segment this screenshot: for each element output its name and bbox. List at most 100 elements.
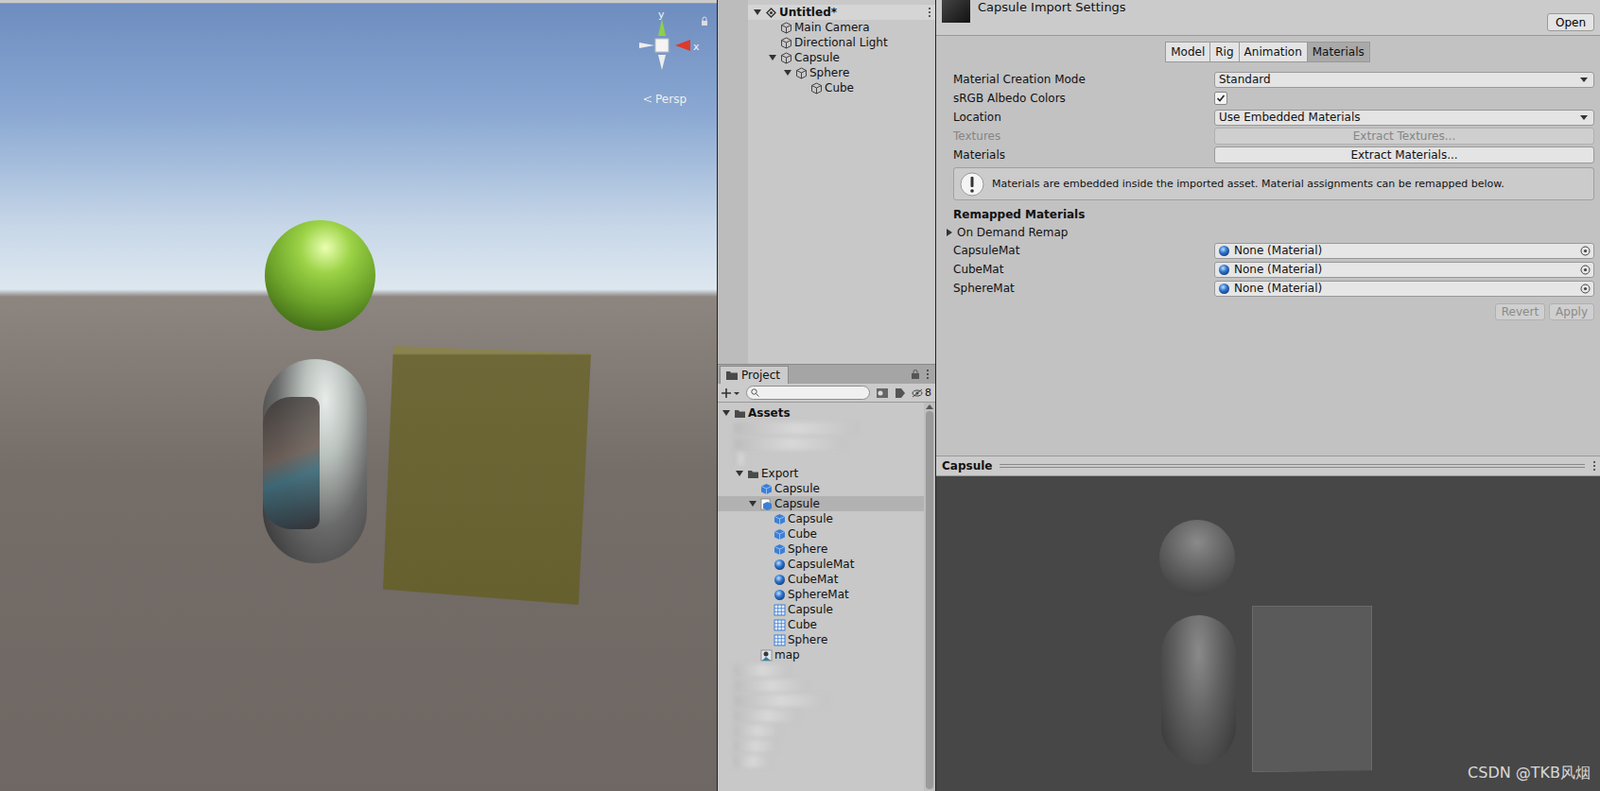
foldout-arrow-icon[interactable] [760,589,772,601]
preview-viewport[interactable]: CSDN @TKB风烟 [936,476,1600,791]
project-row[interactable]: map [717,647,924,663]
project-tab[interactable]: Project [719,365,789,384]
project-row-blurred[interactable] [717,451,924,467]
foldout-arrow-icon[interactable] [760,619,772,631]
foldout-arrow-icon[interactable] [733,468,746,480]
project-row[interactable]: Export [717,466,924,482]
foldout-arrow-icon[interactable] [760,528,772,540]
search-field[interactable] [746,385,870,400]
drag-handle[interactable] [999,464,1585,469]
foldout-arrow-icon[interactable] [782,67,794,79]
project-row[interactable]: CapsuleMat [717,556,924,573]
project-row[interactable]: Capsule [717,481,924,497]
hierarchy-row[interactable]: Main Camera [747,19,936,35]
checkbox[interactable] [1214,91,1228,105]
project-row[interactable]: Cube [717,617,924,633]
scroll-thumb[interactable] [925,411,934,790]
blurred-item [733,437,848,451]
foldout-arrow-icon[interactable] [751,6,764,18]
foldout-arrow-icon[interactable] [747,498,759,510]
hierarchy-row[interactable]: Sphere [747,65,936,81]
project-row[interactable]: Sphere [717,632,924,648]
project-row[interactable]: Capsule [717,511,924,527]
dropdown[interactable]: Use Embedded Materials [1214,109,1595,126]
foldout-arrow-icon[interactable] [747,483,759,495]
foldout-arrow-icon[interactable] [747,649,759,661]
scene-capsule[interactable] [262,359,367,564]
object-picker-icon[interactable] [1580,283,1591,295]
project-row-blurred[interactable] [717,435,924,452]
foldout-arrow-icon[interactable] [760,634,772,646]
project-row-blurred[interactable] [717,723,924,739]
project-row-blurred[interactable] [717,708,924,724]
on-demand-remap[interactable]: On Demand Remap [936,223,1600,242]
action-button[interactable]: Revert [1495,303,1546,321]
import-tab[interactable]: Materials [1306,41,1371,63]
search-icon [750,388,760,398]
label-icon[interactable] [894,387,906,400]
project-row-blurred[interactable] [717,420,924,436]
action-button[interactable]: Apply [1548,303,1595,321]
hierarchy-row[interactable]: Directional Light [747,34,936,51]
blurred-item [733,452,748,466]
gameobject-icon [780,36,793,50]
project-row[interactable]: Sphere [717,541,924,557]
dropdown[interactable]: Standard [1214,71,1595,88]
project-row-blurred[interactable] [717,738,924,754]
hierarchy-row[interactable]: Capsule [747,50,936,66]
foldout-arrow-icon[interactable] [766,21,779,34]
foldout-arrow-icon[interactable] [760,543,772,556]
foldout-arrow-icon[interactable] [760,573,772,586]
object-picker-icon[interactable] [1580,264,1591,276]
foldout-arrow-icon[interactable] [760,558,772,571]
apply-actions: RevertApply [936,297,1600,321]
remap-label: CapsuleMat [953,243,1215,258]
project-row-blurred[interactable] [717,693,924,709]
project-row[interactable]: Capsule [717,496,924,512]
more-icon[interactable] [927,6,932,18]
project-row[interactable]: CubeMat [717,572,924,588]
import-tab[interactable]: Model [1165,41,1211,63]
hierarchy-row[interactable]: Untitled* [747,4,936,20]
scene-sphere[interactable] [264,220,376,331]
more-icon[interactable] [925,368,930,381]
foldout-arrow-icon[interactable] [943,226,956,239]
material-field[interactable]: None (Material) [1214,280,1595,297]
svg-text:x: x [693,40,700,53]
project-row-blurred[interactable] [717,678,924,694]
scene-cube[interactable] [382,346,592,606]
foldout-arrow-icon[interactable] [766,52,779,64]
foldout-arrow-icon[interactable] [760,513,772,525]
object-picker-icon[interactable] [1580,245,1591,257]
watermark: CSDN @TKB风烟 [1467,764,1591,784]
project-row-blurred[interactable] [717,662,924,679]
project-row[interactable]: Cube [717,526,924,542]
project-row-blurred[interactable] [717,753,924,769]
import-tab[interactable]: Rig [1209,41,1239,63]
open-button[interactable]: Open [1547,13,1595,32]
import-tab[interactable]: Animation [1238,41,1308,63]
extract-button[interactable]: Extract Materials... [1214,146,1595,164]
hidden-count[interactable]: 8 [911,386,932,400]
more-icon[interactable] [1592,460,1597,472]
filter-type-icon[interactable] [875,387,889,400]
project-scrollbar[interactable] [923,402,936,791]
foldout-arrow-icon[interactable] [797,82,809,94]
material-field[interactable]: None (Material) [1214,261,1595,279]
add-icon[interactable] [721,387,741,400]
extract-button[interactable]: Extract Textures... [1214,127,1595,145]
orientation-gizmo-icon[interactable]: yx [633,7,714,84]
scroll-up-icon[interactable] [925,404,934,410]
foldout-arrow-icon[interactable] [720,407,732,419]
foldout-arrow-icon[interactable] [760,604,772,616]
project-row[interactable]: Assets [717,405,924,421]
projection-label[interactable]: Persp [643,92,687,106]
scene-view[interactable]: yx Persp [0,0,717,791]
hierarchy-row[interactable]: Cube [747,80,936,96]
project-row[interactable]: Capsule [717,602,924,618]
foldout-arrow-icon[interactable] [766,36,779,49]
texture-icon [760,649,773,662]
project-row[interactable]: SphereMat [717,587,924,603]
material-field[interactable]: None (Material) [1214,243,1595,260]
lock-icon[interactable] [910,369,921,380]
